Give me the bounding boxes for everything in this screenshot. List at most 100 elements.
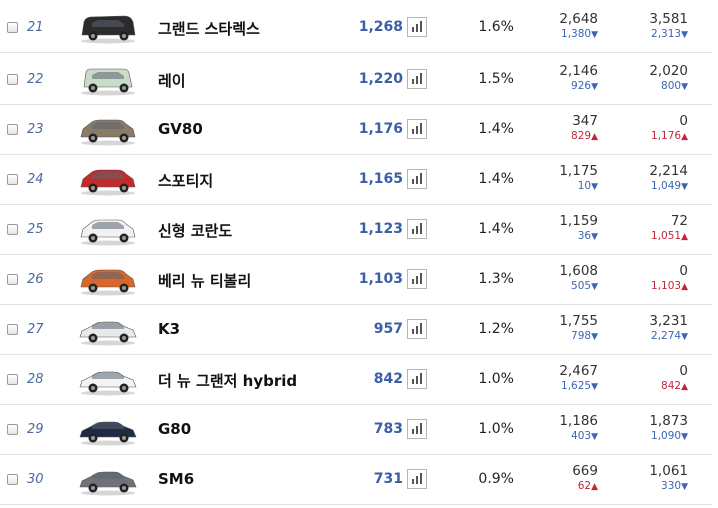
monthly-sales: 842 <box>373 371 403 387</box>
market-share: 1.5% <box>478 71 514 87</box>
arrow-down-icon: ▼ <box>591 332 598 342</box>
previous-month-change: 62▲ <box>530 479 598 494</box>
table-row: 29 G80 783 1.0% 1,186 403▼ 1,873 1,090▼ <box>0 405 712 455</box>
car-model-name[interactable]: 레이 <box>158 70 186 91</box>
previous-month-cell: 1,186 403▼ <box>530 413 598 444</box>
last-year-sales: 2,020 <box>649 63 688 79</box>
last-year-diff: 800 <box>661 80 682 92</box>
last-year-cell: 2,214 1,049▼ <box>620 163 688 194</box>
bar-chart-icon[interactable] <box>407 119 427 139</box>
row-select-checkbox[interactable] <box>7 274 18 285</box>
row-select-checkbox[interactable] <box>7 174 18 185</box>
last-year-sales: 1,061 <box>649 463 688 479</box>
car-thumbnail[interactable] <box>78 463 138 497</box>
car-thumbnail[interactable] <box>78 11 138 45</box>
car-thumbnail[interactable] <box>78 263 138 297</box>
previous-month-sales: 347 <box>572 113 598 129</box>
last-year-diff: 2,274 <box>651 330 682 342</box>
last-year-cell: 0 1,176▲ <box>620 113 688 144</box>
arrow-down-icon: ▼ <box>591 182 598 192</box>
bar-chart-icon[interactable] <box>407 17 427 37</box>
car-model-name[interactable]: 신형 코란도 <box>158 220 232 241</box>
last-year-change: 1,176▲ <box>620 129 688 144</box>
car-model-name[interactable]: GV80 <box>158 120 203 138</box>
arrow-down-icon: ▼ <box>591 82 598 92</box>
last-year-change: 330▼ <box>620 479 688 494</box>
last-year-sales: 0 <box>679 363 688 379</box>
row-select-checkbox[interactable] <box>7 324 18 335</box>
car-model-name[interactable]: 그랜드 스타렉스 <box>158 18 260 39</box>
arrow-down-icon: ▼ <box>681 30 688 40</box>
car-model-name[interactable]: 베리 뉴 티볼리 <box>158 270 251 291</box>
bar-chart-icon[interactable] <box>407 169 427 189</box>
row-select-checkbox[interactable] <box>7 374 18 385</box>
previous-month-sales: 669 <box>572 463 598 479</box>
last-year-sales: 0 <box>679 113 688 129</box>
previous-month-cell: 2,467 1,625▼ <box>530 363 598 394</box>
car-thumbnail[interactable] <box>78 313 138 347</box>
rank-number: 21 <box>27 20 44 35</box>
previous-month-sales: 1,755 <box>559 313 598 329</box>
car-model-name[interactable]: K3 <box>158 320 180 338</box>
last-year-change: 2,274▼ <box>620 329 688 344</box>
car-image <box>79 421 137 446</box>
monthly-sales: 957 <box>373 321 403 337</box>
row-select-checkbox[interactable] <box>7 22 18 33</box>
row-select-checkbox[interactable] <box>7 124 18 135</box>
monthly-sales: 1,165 <box>358 171 403 187</box>
rank-number: 28 <box>27 372 44 387</box>
last-year-cell: 1,061 330▼ <box>620 463 688 494</box>
last-year-sales: 72 <box>670 213 688 229</box>
last-year-cell: 3,231 2,274▼ <box>620 313 688 344</box>
car-image <box>79 321 137 346</box>
car-model-name[interactable]: G80 <box>158 420 191 438</box>
row-select-checkbox[interactable] <box>7 474 18 485</box>
car-image <box>79 371 137 396</box>
previous-month-diff: 505 <box>571 280 592 292</box>
arrow-up-icon: ▲ <box>681 132 688 142</box>
bar-chart-icon[interactable] <box>407 469 427 489</box>
row-select-checkbox[interactable] <box>7 74 18 85</box>
car-thumbnail[interactable] <box>78 113 138 147</box>
row-select-checkbox[interactable] <box>7 224 18 235</box>
previous-month-sales: 2,648 <box>559 11 598 27</box>
last-year-change: 800▼ <box>620 79 688 94</box>
last-year-diff: 1,090 <box>651 430 682 442</box>
market-share: 1.0% <box>478 371 514 387</box>
row-select-checkbox[interactable] <box>7 424 18 435</box>
bar-chart-icon[interactable] <box>407 69 427 89</box>
previous-month-cell: 1,159 36▼ <box>530 213 598 244</box>
car-thumbnail[interactable] <box>78 163 138 197</box>
car-thumbnail[interactable] <box>78 63 138 97</box>
arrow-down-icon: ▼ <box>591 382 598 392</box>
previous-month-sales: 1,186 <box>559 413 598 429</box>
last-year-sales: 3,581 <box>649 11 688 27</box>
table-row: 22 레이 1,220 1.5% 2,146 926▼ 2,020 800▼ <box>0 55 712 105</box>
bar-chart-icon[interactable] <box>407 269 427 289</box>
car-image <box>81 68 135 96</box>
bar-chart-icon[interactable] <box>407 219 427 239</box>
last-year-change: 1,103▲ <box>620 279 688 294</box>
last-year-change: 2,313▼ <box>620 27 688 42</box>
arrow-down-icon: ▼ <box>591 282 598 292</box>
car-model-name[interactable]: 더 뉴 그랜저 hybrid <box>158 370 297 391</box>
last-year-diff: 1,051 <box>651 230 682 242</box>
previous-month-change: 1,380▼ <box>530 27 598 42</box>
car-model-name[interactable]: 스포티지 <box>158 170 213 191</box>
bar-chart-icon[interactable] <box>407 319 427 339</box>
car-thumbnail[interactable] <box>78 213 138 247</box>
previous-month-diff: 926 <box>571 80 592 92</box>
bar-chart-icon[interactable] <box>407 419 427 439</box>
last-year-change: 842▲ <box>620 379 688 394</box>
monthly-sales: 1,176 <box>358 121 403 137</box>
car-thumbnail[interactable] <box>78 363 138 397</box>
rank-number: 26 <box>27 272 44 287</box>
previous-month-cell: 2,146 926▼ <box>530 63 598 94</box>
car-model-name[interactable]: SM6 <box>158 470 194 488</box>
last-year-cell: 0 842▲ <box>620 363 688 394</box>
car-image <box>79 471 137 496</box>
table-row: 30 SM6 731 0.9% 669 62▲ 1,061 330▼ <box>0 455 712 505</box>
car-thumbnail[interactable] <box>78 413 138 447</box>
bar-chart-icon[interactable] <box>407 369 427 389</box>
rank-number: 24 <box>27 172 44 187</box>
